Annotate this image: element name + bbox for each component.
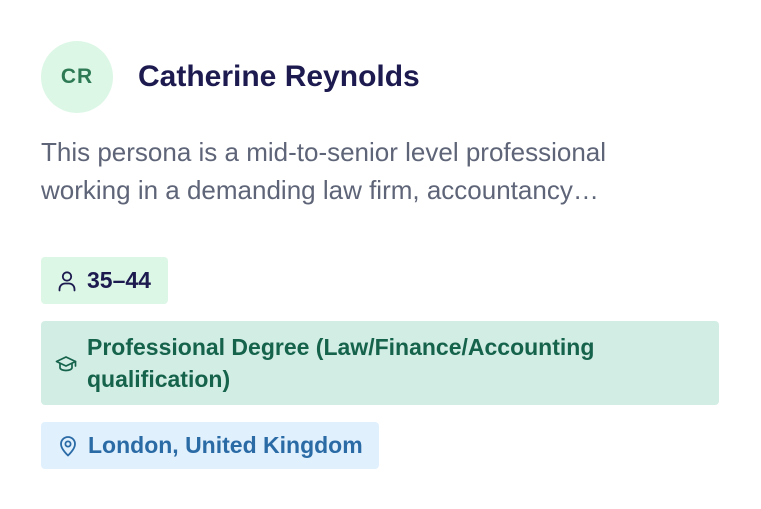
persona-tags: 35–44 Professional Degree (Law/Finance/A… [41, 257, 719, 469]
education-tag: Professional Degree (Law/Finance/Account… [41, 321, 719, 405]
person-icon [57, 270, 77, 292]
avatar: CR [41, 41, 113, 113]
location-tag: London, United Kingdom [41, 422, 379, 469]
avatar-initials: CR [60, 65, 94, 88]
persona-description: This persona is a mid-to-senior level pr… [41, 137, 607, 205]
persona-header: CR Catherine Reynolds [41, 41, 719, 113]
age-tag: 35–44 [41, 257, 168, 304]
age-tag-label: 35–44 [87, 267, 151, 293]
map-pin-icon [58, 435, 78, 457]
graduation-cap-icon [55, 355, 77, 373]
education-tag-label: Professional Degree (Law/Finance/Account… [87, 334, 595, 392]
persona-name: Catherine Reynolds [138, 60, 420, 93]
persona-card: CR Catherine Reynolds This persona is a … [41, 41, 719, 469]
location-tag-label: London, United Kingdom [88, 432, 363, 458]
